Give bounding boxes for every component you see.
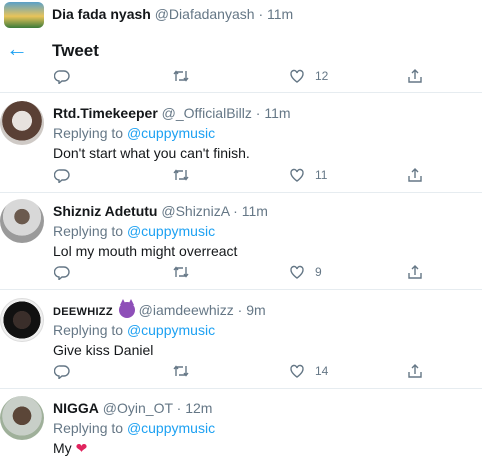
like-count: 14 — [315, 364, 329, 378]
reply-icon — [54, 70, 70, 84]
smiling-devil-emoji-icon — [118, 299, 135, 318]
tweet-actions: 9 — [0, 262, 482, 282]
tweet-actions: 14 — [0, 361, 482, 381]
reply-icon — [54, 266, 70, 280]
share-icon — [408, 265, 422, 279]
retweet-button[interactable] — [172, 361, 190, 381]
retweet-button[interactable] — [172, 262, 190, 282]
avatar[interactable] — [0, 396, 44, 440]
like-count: 9 — [315, 265, 322, 279]
handle[interactable]: @iamdeewhizz — [139, 302, 234, 318]
retweet-button[interactable] — [172, 165, 190, 185]
separator-dot: · — [255, 105, 261, 121]
reply-button[interactable] — [54, 262, 70, 282]
avatar[interactable] — [0, 101, 44, 145]
separator-dot: · — [258, 6, 264, 22]
replying-to-line: Replying to @cuppymusic — [53, 223, 215, 239]
like-button[interactable]: 14 — [289, 361, 328, 381]
avatar[interactable] — [0, 298, 44, 342]
heart-outline-icon — [290, 364, 304, 378]
heart-outline-icon — [290, 69, 304, 83]
replying-to-label: Replying to — [53, 420, 124, 436]
divider — [0, 289, 482, 290]
avatar[interactable] — [4, 2, 44, 28]
reply-button[interactable] — [54, 361, 70, 381]
timestamp[interactable]: 11m — [264, 105, 290, 121]
timestamp[interactable]: 11m — [242, 203, 268, 219]
replying-to-line: Replying to @cuppymusic — [53, 322, 215, 338]
back-arrow-icon[interactable]: ← — [6, 38, 28, 60]
heart-outline-icon — [290, 265, 304, 279]
divider — [0, 192, 482, 193]
tweet-text: Don't start what you can't finish. — [53, 145, 250, 161]
share-button[interactable] — [407, 361, 423, 381]
display-name[interactable]: Dia fada nyash — [52, 6, 151, 22]
page-title: Tweet — [52, 41, 99, 60]
separator-dot: · — [176, 400, 182, 416]
like-count: 11 — [315, 168, 328, 182]
replying-to-label: Replying to — [53, 125, 124, 141]
tweet-text-content: My — [53, 440, 72, 456]
replying-to-label: Replying to — [53, 322, 124, 338]
display-name[interactable]: NIGGA — [53, 400, 99, 416]
replying-to-label: Replying to — [53, 223, 124, 239]
reply-icon — [54, 365, 70, 379]
share-icon — [408, 168, 422, 182]
share-button[interactable] — [407, 165, 423, 185]
red-heart-icon: ❤ — [75, 440, 88, 456]
like-count: 12 — [315, 69, 329, 83]
reply-button[interactable] — [54, 165, 70, 185]
tweet-actions: 11 — [0, 165, 482, 185]
tweet-text: Give kiss Daniel — [53, 342, 154, 358]
share-button[interactable] — [407, 66, 423, 86]
mention-link[interactable]: @cuppymusic — [127, 322, 215, 338]
share-button[interactable] — [407, 262, 423, 282]
retweet-button[interactable] — [172, 66, 190, 86]
reply-tweet[interactable]: NIGGA @Oyin_OT · 12m Replying to @cuppym… — [0, 396, 482, 456]
retweet-icon — [173, 169, 189, 181]
display-name[interactable]: Rtd.Timekeeper — [53, 105, 158, 121]
heart-outline-icon — [290, 168, 304, 182]
separator-dot: · — [233, 203, 238, 219]
original-tweet-author-row: Dia fada nyash @Diafadanyash · 11m — [0, 0, 482, 30]
divider — [0, 92, 482, 93]
reply-icon — [54, 169, 70, 183]
mention-link[interactable]: @cuppymusic — [127, 125, 215, 141]
display-name[interactable]: DEEWHIZZ — [53, 306, 113, 318]
reply-button[interactable] — [54, 66, 70, 86]
tweet-text: My ❤ — [53, 440, 87, 457]
replying-to-line: Replying to @cuppymusic — [53, 420, 215, 436]
tweet-text: Lol my mouth might overreact — [53, 243, 238, 259]
share-icon — [408, 364, 422, 378]
handle[interactable]: @ShiznizA — [161, 203, 229, 219]
like-button[interactable]: 9 — [289, 262, 322, 282]
timestamp[interactable]: 12m — [185, 400, 212, 416]
divider — [0, 388, 482, 389]
share-icon — [408, 69, 422, 83]
mention-link[interactable]: @cuppymusic — [127, 223, 215, 239]
display-name[interactable]: Shizniz Adetutu — [53, 203, 157, 219]
like-button[interactable]: 11 — [289, 165, 327, 185]
avatar[interactable] — [0, 199, 44, 243]
replying-to-line: Replying to @cuppymusic — [53, 125, 215, 141]
mention-link[interactable]: @cuppymusic — [127, 420, 215, 436]
like-button[interactable]: 12 — [289, 66, 328, 86]
page-header: ← Tweet — [0, 34, 482, 66]
tweet-actions: 12 — [0, 66, 482, 86]
handle[interactable]: @_OfficialBillz — [162, 105, 252, 121]
timestamp[interactable]: 9m — [246, 302, 265, 318]
timestamp[interactable]: 11m — [267, 6, 293, 22]
retweet-icon — [173, 70, 189, 82]
separator-dot: · — [237, 302, 243, 318]
handle[interactable]: @Oyin_OT — [103, 400, 173, 416]
retweet-icon — [173, 365, 189, 377]
retweet-icon — [173, 266, 189, 278]
handle[interactable]: @Diafadanyash — [155, 6, 255, 22]
